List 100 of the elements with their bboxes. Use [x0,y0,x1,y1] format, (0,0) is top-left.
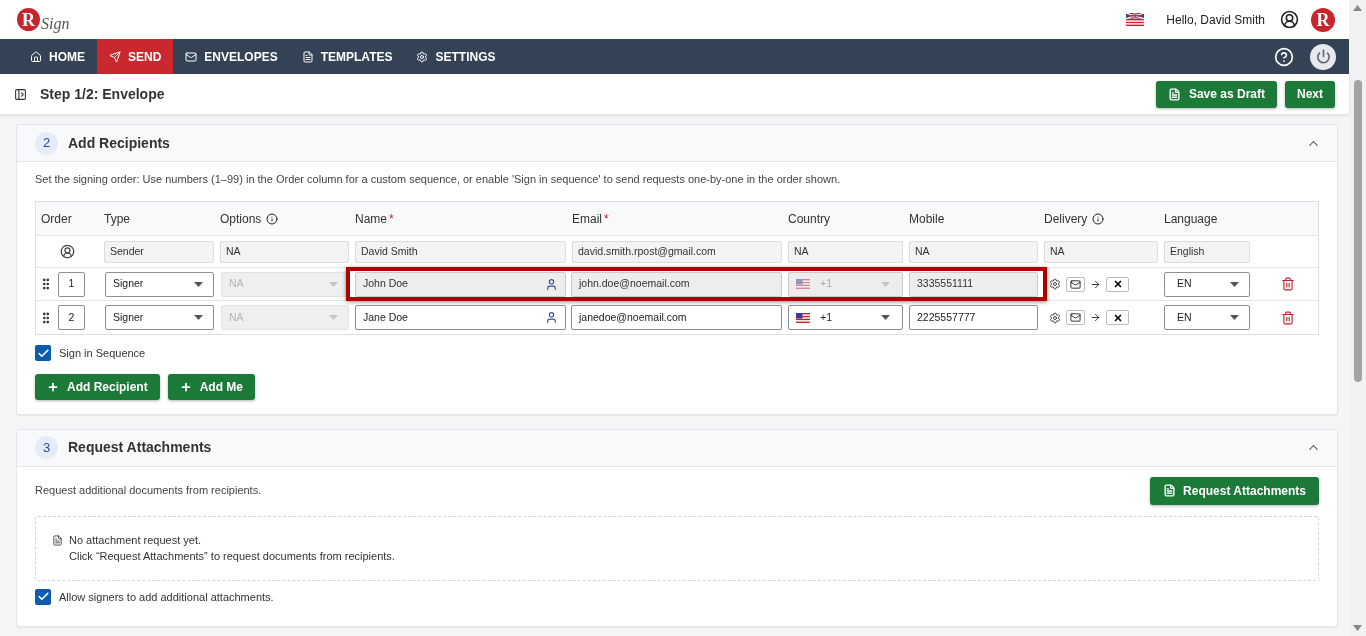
flag-icon[interactable] [1126,13,1145,26]
column-header: Options [220,210,262,228]
info-icon[interactable] [1092,212,1105,225]
language-field: English [1164,240,1250,263]
add-button[interactable]: Add Me [167,373,255,400]
caret-icon [1230,315,1239,320]
order-field[interactable]: 2 [58,305,85,330]
checkbox-label: Sign in Sequence [59,346,146,361]
column-header: Language [1164,210,1218,228]
empty-state-title: No attachment request yet. [69,533,203,548]
settings-icon [416,50,429,63]
cancel-button[interactable] [1106,276,1129,292]
checkbox-label: Allow signers to add additional attachments. [59,589,274,605]
document-icon [1163,484,1177,497]
options-field: NA [220,240,349,263]
name-field[interactable]: John Doe [355,271,566,297]
arrow-right-icon [1090,312,1101,323]
type-select[interactable]: Signer [105,305,214,330]
caret-icon [194,315,203,320]
column-header: Mobile [909,210,945,228]
section-description: Request additional documents from recipients. [35,483,262,499]
name-field: David Smith [355,240,566,263]
column-header: Country [788,210,831,228]
empty-state-hint: Click “Request Attachments” to request documents from recipients. [69,549,395,564]
email-field[interactable]: john.doe@noemail.com [571,271,782,297]
step-title: Step 1/2: Envelope [40,84,165,104]
close-icon [1112,312,1123,323]
column-header: Name * [355,210,394,228]
language-select[interactable]: EN [1164,305,1250,330]
trash-icon[interactable] [1280,310,1295,325]
logo-text: Sign [41,15,70,32]
caret-icon [881,281,890,287]
info-icon[interactable] [266,212,279,225]
section-title: Request Attachments [68,438,212,457]
nav-item[interactable]: SEND [97,39,174,74]
arrow-right-icon [1090,278,1101,290]
request-attachments-button[interactable]: Request Attachments [1150,476,1319,505]
power-button[interactable] [1310,43,1336,70]
greeting-text: Hello, David Smith [1166,11,1265,29]
caret-icon [329,315,338,320]
cancel-button[interactable] [1106,310,1129,325]
mobile-field[interactable]: 3335551111 [909,271,1038,297]
next-button[interactable]: Next [1285,80,1335,108]
column-header: Delivery [1044,210,1088,228]
logo-badge: R [17,8,40,31]
plus-icon [179,380,192,393]
caret-icon [881,315,890,320]
mail-button[interactable] [1066,310,1085,325]
order-field[interactable]: 1 [58,271,85,297]
scroll-down-icon[interactable] [1353,625,1362,631]
email-field: david.smith.rpost@gmail.com [572,240,782,263]
brand-badge: R [1311,7,1335,32]
column-header: Email * [572,210,609,228]
delivery-field: NA [1044,240,1158,263]
user-circle-icon [60,244,75,259]
column-header: Type [104,210,130,228]
person-icon[interactable] [545,311,558,324]
power-icon [1315,49,1331,64]
flag-icon [796,279,810,289]
checkbox[interactable] [35,588,51,605]
trash-icon[interactable] [1280,277,1295,291]
add-button[interactable]: Add Recipient [35,373,160,400]
scroll-up-icon[interactable] [1353,5,1362,11]
caret-icon [329,281,338,287]
person-icon[interactable] [545,277,558,291]
caret-icon [1230,281,1239,287]
plus-icon [47,380,59,393]
settings-icon[interactable] [1049,278,1061,290]
sidebar-toggle-icon[interactable] [14,87,27,101]
email-field[interactable]: janedoe@noemail.com [571,305,782,330]
settings-icon[interactable] [1049,311,1061,324]
send-icon [109,50,121,63]
type-field: Sender [104,240,214,263]
checkbox[interactable] [35,345,51,362]
language-select[interactable]: EN [1164,271,1250,297]
name-field[interactable]: Jane Doe [355,305,566,330]
mobile-field: NA [909,240,1038,263]
mail-icon [1070,278,1081,290]
mail-button[interactable] [1066,276,1085,292]
country-field: NA [788,240,903,263]
nav-item[interactable]: HOME [18,39,97,74]
checkmark-icon [36,346,50,360]
mail-icon [1070,312,1081,323]
step-number-badge: 2 [35,131,58,155]
mobile-field[interactable]: 2225557777 [909,305,1038,330]
country-select[interactable]: +1 [788,305,903,330]
document-icon [52,535,63,546]
save-draft-button[interactable]: Save as Draft [1155,80,1277,108]
help-icon[interactable] [1274,46,1294,67]
close-icon [1112,279,1123,289]
nav-item[interactable]: SETTINGS [404,39,508,74]
section-title: Add Recipients [68,133,170,153]
nav-item[interactable]: ENVELOPES [173,39,290,74]
nav-item[interactable]: TEMPLATES [289,39,405,74]
scrollbar-track[interactable] [1349,0,1366,636]
user-icon[interactable] [1280,10,1299,29]
house-icon [30,50,42,63]
instructions-text: Set the signing order: Use numbers (1–99) in the Order column for a custom sequence, or enable 'Sign in sequence' to send requests one-by-one in the order shown. [35,172,842,187]
scrollbar-thumb[interactable] [1353,80,1362,382]
type-select[interactable]: Signer [105,271,214,297]
